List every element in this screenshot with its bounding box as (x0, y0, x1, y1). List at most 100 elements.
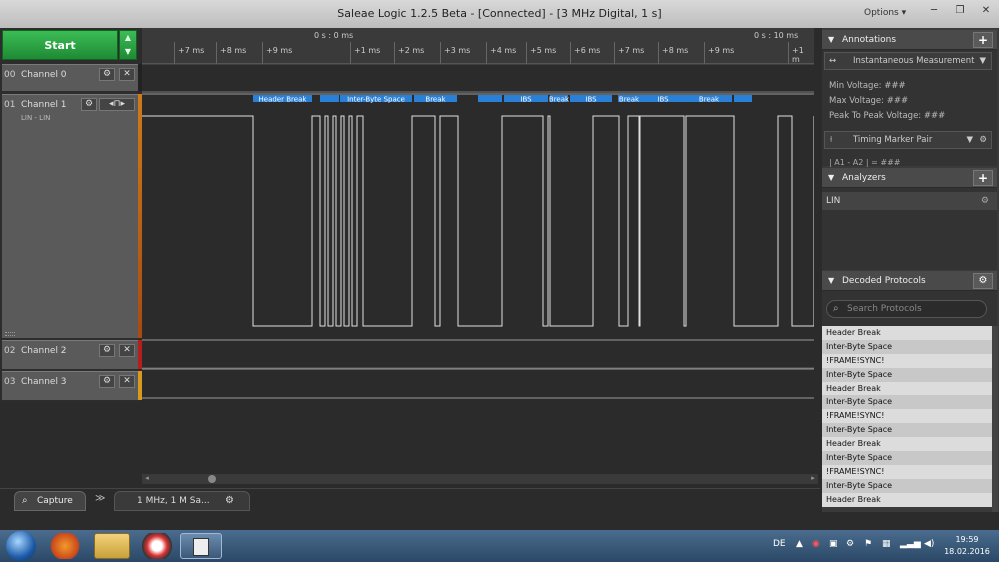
horizontal-scrollbar[interactable]: ◂ ▸ (142, 474, 818, 484)
collapse-triangle-icon[interactable]: ▼ (828, 30, 834, 50)
marker-pin-icon: ⍿ (830, 135, 833, 145)
tray-volume-icon[interactable]: ◀) (924, 539, 934, 549)
decoded-protocol-row[interactable]: !FRAME!SYNC! (822, 464, 992, 479)
magnifier-icon: ⌕ (22, 495, 28, 506)
protocols-scrollbar[interactable] (992, 326, 998, 512)
decoded-protocol-row[interactable]: !FRAME!SYNC! (822, 409, 992, 424)
channel-settings-gear-icon[interactable]: ⚙ (99, 68, 115, 81)
max-voltage: Max Voltage: ### (829, 96, 909, 106)
explorer-folder-icon[interactable] (94, 533, 130, 559)
decoded-frame-bar[interactable] (734, 95, 752, 102)
app-icon-red[interactable] (136, 533, 178, 559)
analyzer-name: LIN (826, 196, 841, 206)
tray-antivirus-icon[interactable]: ◉ (812, 539, 820, 549)
restore-button[interactable]: ❐ (948, 4, 972, 18)
channel-name[interactable]: Channel 1 (21, 100, 67, 110)
min-voltage: Min Voltage: ### (829, 81, 906, 91)
dropdown-triangle-icon[interactable]: ▼ (966, 132, 973, 148)
channel-name[interactable]: Channel 3 (21, 377, 67, 387)
start-orb-icon[interactable] (6, 531, 36, 561)
session-bar: ⌕ Capture ≫ 1 MHz, 1 M Sa... ⚙ (0, 488, 820, 512)
channel-settings-gear-icon[interactable]: ⚙ (99, 375, 115, 388)
session-tab[interactable]: 1 MHz, 1 M Sa... ⚙ (114, 491, 250, 511)
capture-tab[interactable]: ⌕ Capture (14, 491, 86, 511)
firefox-icon[interactable] (44, 533, 86, 559)
analyzers-header[interactable]: ▼ Analyzers + (822, 168, 997, 188)
decoded-protocol-row[interactable]: Header Break (822, 326, 992, 340)
channel-name[interactable]: Channel 0 (21, 70, 67, 80)
taskbar-clock[interactable]: 19:59 18.02.2016 (942, 534, 992, 558)
start-options-toggle[interactable]: ▲ ▼ (119, 30, 137, 60)
annotations-header[interactable]: ▼ Annotations + (822, 30, 997, 50)
channel-name[interactable]: Channel 2 (21, 346, 67, 356)
clock-time: 19:59 (955, 535, 979, 544)
decoded-protocol-row[interactable]: Inter-Byte Space (822, 423, 992, 438)
add-analyzer-button[interactable]: + (973, 170, 993, 186)
decoded-protocol-row[interactable]: Inter-Byte Space (822, 339, 992, 354)
decoded-protocol-row[interactable]: Inter-Byte Space (822, 451, 992, 465)
decoded-protocol-row[interactable]: Header Break (822, 381, 992, 396)
scroll-thumb[interactable] (208, 475, 216, 483)
decoded-protocols-list[interactable]: Header Break Inter-Byte Space !FRAME!SYNC!… (822, 326, 992, 512)
start-button[interactable]: Start (2, 30, 118, 60)
close-button[interactable]: ✕ (974, 4, 998, 18)
decoded-protocol-row[interactable]: Inter-Byte Space (822, 395, 992, 410)
channel-row-3[interactable]: 03 Channel 3 ⚙ ✕ (2, 371, 138, 400)
tray-signal-icon[interactable]: ▂▃▅ (900, 539, 921, 549)
tray-app-icon[interactable]: ▣ (829, 539, 838, 549)
channel-row-2[interactable]: 02 Channel 2 ⚙ ✕ (2, 340, 138, 369)
saleae-logic-taskbar-icon[interactable] (180, 533, 222, 559)
language-indicator[interactable]: DE (773, 539, 786, 549)
scroll-right-icon[interactable]: ▸ (808, 474, 818, 484)
channel-settings-gear-icon[interactable]: ⚙ (81, 98, 97, 111)
dropdown-triangle-icon[interactable]: ▼ (979, 53, 986, 69)
session-gear-icon[interactable]: ⚙ (225, 492, 234, 510)
tray-settings-icon[interactable]: ⚙ (846, 539, 854, 549)
resize-grip-icon[interactable] (5, 332, 15, 336)
decoded-protocol-row[interactable]: !FRAME!SYNC! (822, 353, 992, 368)
channel-row-0[interactable]: 00 Channel 0 ⚙ ✕ (2, 64, 138, 91)
collapse-triangle-icon[interactable]: ▼ (828, 271, 834, 291)
decoded-protocol-row[interactable]: Header Break (822, 492, 992, 507)
channel-settings-gear-icon[interactable]: ⚙ (99, 344, 115, 357)
channel-close-icon[interactable]: ✕ (119, 375, 135, 388)
decoded-protocol-row[interactable]: Header Break (822, 437, 992, 452)
decoded-frame-bar[interactable] (320, 95, 339, 102)
channel-number: 03 (4, 377, 16, 387)
search-icon: ⌕ (833, 303, 839, 314)
scroll-left-icon[interactable]: ◂ (142, 474, 152, 484)
decoded-protocol-row[interactable]: Inter-Byte Space (822, 478, 992, 493)
add-annotation-button[interactable]: + (973, 32, 993, 48)
decoded-protocols-header[interactable]: ▼ Decoded Protocols ⚙ (822, 271, 997, 291)
window-title-bar: Saleae Logic 1.2.5 Beta - [Connected] - … (0, 0, 999, 28)
tray-chevron-up-icon[interactable]: ▲ (796, 539, 803, 549)
decoded-frame-label: Break (425, 96, 446, 104)
marker-gear-icon[interactable]: ⚙ (979, 132, 987, 148)
decoded-protocol-row[interactable]: Inter-Byte Space (822, 367, 992, 382)
double-arrow-icon: ↔ (829, 56, 837, 66)
collapse-triangle-icon[interactable]: ▼ (828, 168, 834, 188)
options-menu[interactable]: Options ▾ (864, 8, 906, 18)
decoded-frame-label: Break (549, 96, 570, 104)
channel-close-icon[interactable]: ✕ (119, 344, 135, 357)
channel-analyzer-label: LIN - LIN (21, 114, 51, 122)
timing-marker-row[interactable]: ⍿ Timing Marker Pair ▼ ⚙ (824, 131, 992, 149)
minimize-button[interactable]: ─ (922, 4, 946, 18)
decoded-frame-bar[interactable] (478, 95, 502, 102)
tray-network-icon[interactable]: ▦ (882, 539, 891, 549)
channel-row-1[interactable]: 01 Channel 1 LIN - LIN ⚙ ◂⊓▸ (2, 94, 138, 338)
waveform-area[interactable]: 0 s : 0 ms 0 s : 10 ms +7 ms +8 ms +9 ms +1… (142, 28, 814, 402)
analyzer-item-lin[interactable]: LIN ⚙ (822, 192, 997, 210)
trigger-edge-icon[interactable]: ◂⊓▸ (99, 98, 135, 111)
channel-number: 02 (4, 346, 16, 356)
clock-date: 18.02.2016 (944, 547, 990, 556)
analyzer-gear-icon[interactable]: ⚙ (981, 192, 989, 210)
decoded-frame-label: IBS (585, 96, 597, 104)
instantaneous-label: Instantaneous Measurement (853, 56, 975, 66)
channel-close-icon[interactable]: ✕ (119, 68, 135, 81)
decoded-protocols-gear-icon[interactable]: ⚙ (973, 273, 993, 289)
search-protocols-input[interactable]: ⌕ Search Protocols (826, 300, 987, 318)
chevron-right-icon[interactable]: ≫ (95, 493, 105, 504)
tray-flag-icon[interactable]: ⚑ (864, 539, 872, 549)
instantaneous-measurement-row[interactable]: ↔ Instantaneous Measurement ▼ (824, 52, 992, 70)
